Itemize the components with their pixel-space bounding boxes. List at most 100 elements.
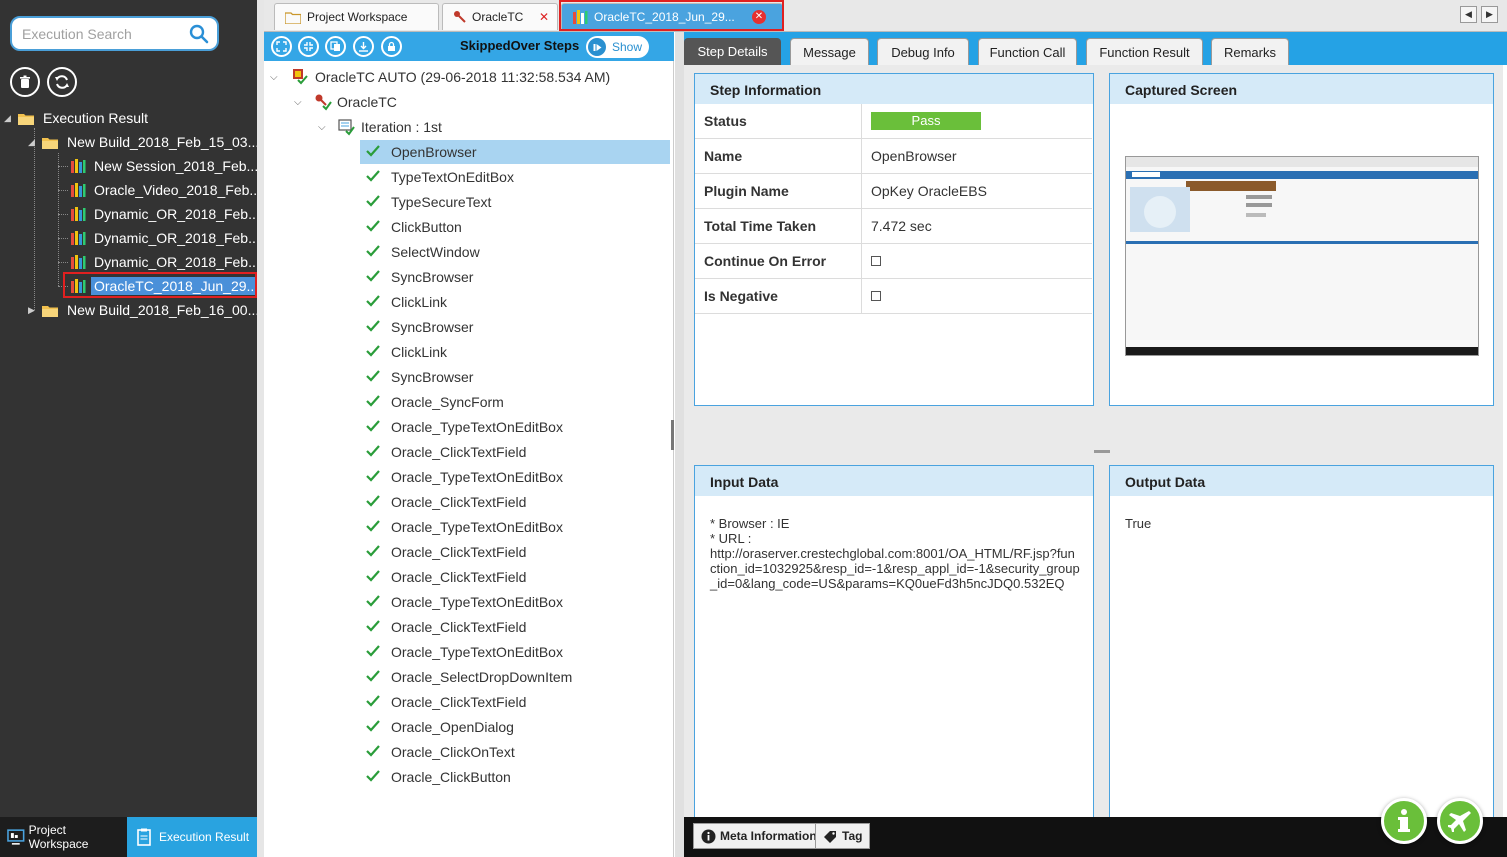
execution-result-nav-button[interactable]: Execution Result [127,817,257,857]
tree-node-iteration[interactable]: ⌵ Iteration : 1st [318,115,442,139]
captured-screenshot-thumbnail[interactable] [1125,156,1479,356]
tree-node-testcase[interactable]: ⌵ OracleTC [294,90,397,114]
step-label: Oracle_ClickButton [391,769,511,785]
step-row[interactable]: ClickLink [360,290,670,314]
tab-function-call[interactable]: Function Call [978,38,1077,65]
step-row[interactable]: Oracle_TypeTextOnEditBox [360,465,670,489]
step-row[interactable]: Oracle_ClickTextField [360,490,670,514]
expand-all-button[interactable] [271,36,292,57]
horizontal-splitter-grip[interactable] [1094,450,1110,453]
step-row[interactable]: SyncBrowser [360,315,670,339]
search-icon[interactable] [189,24,209,44]
session-books-icon [71,159,86,173]
execution-search-box[interactable] [10,16,219,51]
tab-debug-info[interactable]: Debug Info [877,38,969,65]
step-row[interactable]: Oracle_TypeTextOnEditBox [360,515,670,539]
tree-node-session[interactable]: Oracle_Video_2018_Feb... [70,178,264,202]
tab-oracletc[interactable]: OracleTC ✕ [442,3,558,30]
step-row[interactable]: ClickButton [360,215,670,239]
pass-check-icon [366,344,382,360]
scroll-tabs-left-button[interactable]: ◀ [1460,6,1477,23]
step-row[interactable]: SyncBrowser [360,265,670,289]
step-row[interactable]: Oracle_TypeTextOnEditBox [360,640,670,664]
scroll-tabs-right-button[interactable]: ▶ [1481,6,1498,23]
collapse-all-button[interactable] [298,36,319,57]
step-row[interactable]: SelectWindow [360,240,670,264]
steps-toolbar: SkippedOver Steps Show [264,32,674,61]
step-label: Oracle_ClickTextField [391,619,527,635]
tree-label: Dynamic_OR_2018_Feb... [94,254,260,270]
step-row[interactable]: Oracle_TypeTextOnEditBox [360,415,670,439]
step-label: TypeSecureText [391,194,492,210]
execution-search-input[interactable] [22,24,182,44]
step-row[interactable]: Oracle_SyncForm [360,390,670,414]
pass-check-icon [366,744,382,760]
info-fab-button[interactable] [1381,798,1427,844]
tree-node-session[interactable]: New Session_2018_Feb... [70,154,261,178]
step-row[interactable]: Oracle_ClickTextField [360,540,670,564]
lock-button[interactable] [381,36,402,57]
tab-message[interactable]: Message [790,38,869,65]
collapse-caret-icon[interactable]: ◢ [28,137,38,148]
tree-label: New Session_2018_Feb... [94,158,259,174]
airplane-fab-button[interactable] [1437,798,1483,844]
tree-node-run[interactable]: ⌵ OracleTC AUTO (29-06-2018 11:32:58.534… [270,65,610,89]
info-key: Name [695,138,862,174]
skipped-over-steps-label: SkippedOver Steps [460,38,580,53]
splitter-grip[interactable] [671,420,674,450]
selection-highlight [63,272,257,298]
step-row[interactable]: Oracle_ClickTextField [360,615,670,639]
copy-button[interactable] [325,36,346,57]
tree-node-session[interactable]: Dynamic_OR_2018_Feb... [70,202,263,226]
tree-node-session[interactable]: Dynamic_OR_2018_Feb... [70,226,263,250]
panel-splitter[interactable] [675,32,684,857]
tab-project-workspace[interactable]: Project Workspace [274,3,439,30]
tab-step-details[interactable]: Step Details [684,38,781,65]
pass-check-icon [366,619,382,635]
collapse-caret-icon[interactable]: ◢ [4,113,14,124]
show-toggle-button[interactable]: Show [586,36,649,58]
close-tab-icon[interactable]: ✕ [539,10,549,24]
folder-icon [18,113,34,125]
refresh-icon [55,75,69,89]
step-row[interactable]: TypeSecureText [360,190,670,214]
step-row[interactable]: Oracle_ClickOnText [360,740,670,764]
pass-check-icon [366,144,382,160]
step-row[interactable]: TypeTextOnEditBox [360,165,670,189]
tree-node-build[interactable]: ▶ New Build_2018_Feb_16_00... [28,298,262,322]
tag-button[interactable]: Tag [815,823,871,849]
step-row[interactable]: Oracle_ClickButton [360,765,670,789]
tree-node-build[interactable]: ◢ New Build_2018_Feb_15_03... [28,130,262,154]
expand-caret-icon[interactable]: ▶ [28,305,38,316]
tab-function-result[interactable]: Function Result [1086,38,1203,65]
step-row[interactable]: Oracle_ClickTextField [360,440,670,464]
step-row[interactable]: SyncBrowser [360,365,670,389]
card-title: Step Information [695,74,1093,104]
collapse-caret-icon[interactable]: ⌵ [270,72,280,83]
info-row-continue-on-error: Continue On Error [695,243,1092,279]
collapse-caret-icon[interactable]: ⌵ [318,122,328,133]
step-label: Oracle_ClickTextField [391,694,527,710]
tree-node-session[interactable]: Dynamic_OR_2018_Feb... [70,250,263,274]
step-row[interactable]: Oracle_ClickTextField [360,690,670,714]
iteration-icon [338,119,355,136]
left-splitter[interactable] [257,0,264,857]
collapse-caret-icon[interactable]: ⌵ [294,97,304,108]
download-button[interactable] [353,36,374,57]
info-row-plugin: Plugin Name OpKey OracleEBS [695,173,1092,209]
refresh-button[interactable] [47,67,77,97]
tab-remarks[interactable]: Remarks [1211,38,1289,65]
step-row[interactable]: Oracle_OpenDialog [360,715,670,739]
info-value: OpKey OracleEBS [871,183,987,199]
step-row[interactable]: Oracle_TypeTextOnEditBox [360,590,670,614]
step-row[interactable]: Oracle_ClickTextField [360,565,670,589]
project-workspace-nav-button[interactable]: Project Workspace [0,817,127,857]
tree-node-execution-result[interactable]: ◢ Execution Result [4,106,151,130]
step-row[interactable]: OpenBrowser [360,140,670,164]
meta-information-button[interactable]: Meta Information [693,823,825,849]
delete-button[interactable] [10,67,40,97]
step-row[interactable]: ClickLink [360,340,670,364]
step-label: ClickButton [391,219,462,235]
step-row[interactable]: Oracle_SelectDropDownItem [360,665,670,689]
step-label: Oracle_ClickOnText [391,744,515,760]
